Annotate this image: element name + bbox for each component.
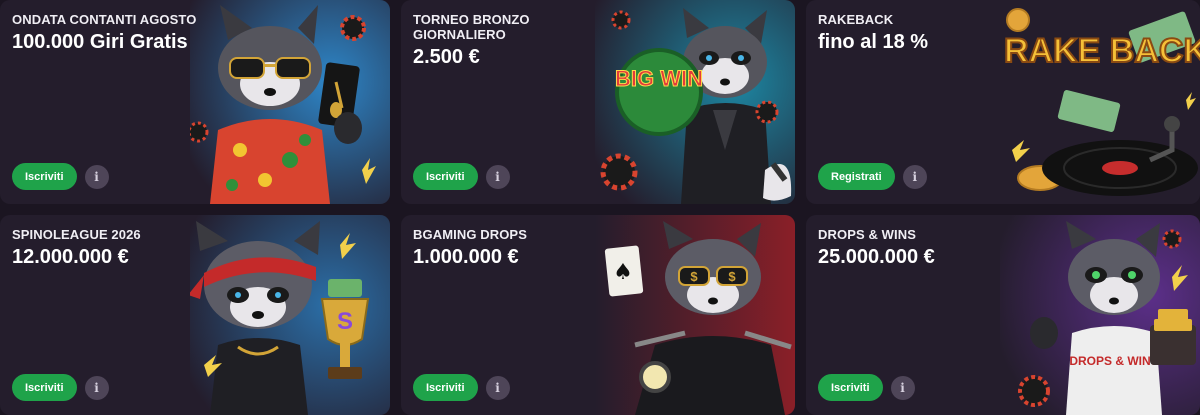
promo-amount: 2.500 €	[413, 46, 480, 68]
promo-actions: Iscriviti i	[413, 163, 510, 190]
raccoon-motorcycle-icon: ♠ $ $	[595, 215, 795, 415]
promo-amount: fino al 18 %	[818, 31, 929, 53]
raccoon-trophy-icon: S	[190, 215, 390, 415]
promo-amount: 1.000.000 €	[413, 246, 519, 268]
svg-text:$: $	[728, 269, 736, 284]
info-icon[interactable]: i	[84, 375, 109, 400]
raccoon-sunglasses-icon	[190, 0, 390, 204]
promotions-grid: ONDATA CONTANTI AGOSTO 100.000 Giri Grat…	[0, 0, 1200, 415]
promo-text: DROPS & WINS 25.000.000 €	[818, 227, 935, 268]
info-icon[interactable]: i	[902, 164, 927, 189]
big-win-text: BIG WIN	[615, 66, 703, 91]
promo-card-drops-wins[interactable]: DROPS & WINS DROPS & WINS 25.000.000 € I…	[806, 215, 1200, 415]
join-button[interactable]: Iscriviti	[413, 374, 478, 401]
promo-card-spinoleague[interactable]: S SPINOLEAGUE 2026 12.000.000 € Iscrivit…	[0, 215, 390, 415]
promo-actions: Iscriviti i	[12, 163, 109, 190]
promo-text: SPINOLEAGUE 2026 12.000.000 €	[12, 227, 141, 268]
promo-actions: Iscriviti i	[818, 374, 915, 401]
rakeback-vinyl-icon: RAKE BACK	[1000, 0, 1200, 204]
svg-text:♠: ♠	[613, 260, 633, 285]
raccoon-drops-wins-icon: DROPS & WINS	[1000, 215, 1200, 415]
trophy-s-text: S	[337, 308, 353, 335]
promo-title: ONDATA CONTANTI AGOSTO	[12, 12, 197, 27]
promo-title: RAKEBACK	[818, 12, 894, 27]
join-button[interactable]: Iscriviti	[818, 374, 883, 401]
promo-actions: Iscriviti i	[413, 374, 510, 401]
drops-wins-shirt-text: DROPS & WINS	[1069, 354, 1158, 368]
promo-card-torneo-bronzo[interactable]: BIG WIN TORNEO BRONZO GIORNALIERO 2.500 …	[401, 0, 795, 204]
rake-back-text: RAKE BACK	[1004, 32, 1200, 70]
promo-amount: 100.000 Giri Gratis	[12, 31, 188, 53]
svg-text:$: $	[690, 269, 698, 284]
promo-actions: Registrati i	[818, 163, 927, 190]
promo-title: SPINOLEAGUE 2026	[12, 227, 141, 242]
promo-text: BGAMING DROPS 1.000.000 €	[413, 227, 527, 268]
join-button[interactable]: Iscriviti	[413, 163, 478, 190]
join-button[interactable]: Iscriviti	[12, 163, 77, 190]
join-button[interactable]: Iscriviti	[12, 374, 77, 401]
info-icon[interactable]: i	[84, 164, 109, 189]
promo-card-ondata-contanti[interactable]: ONDATA CONTANTI AGOSTO 100.000 Giri Grat…	[0, 0, 390, 204]
raccoon-big-win-icon: BIG WIN	[595, 0, 795, 204]
promo-card-bgaming-drops[interactable]: ♠ $ $ BGAMING DROPS 1.000.000 € Iscrivit…	[401, 215, 795, 415]
promo-card-rakeback[interactable]: RAKE BACK RAKEBACK fino al 18 % Registra…	[806, 0, 1200, 204]
promo-title: BGAMING DROPS	[413, 227, 527, 242]
info-icon[interactable]: i	[890, 375, 915, 400]
promo-title: DROPS & WINS	[818, 227, 916, 242]
info-icon[interactable]: i	[485, 164, 510, 189]
promo-text: RAKEBACK fino al 18 %	[818, 12, 928, 53]
promo-amount: 25.000.000 €	[818, 246, 935, 268]
promo-text: ONDATA CONTANTI AGOSTO 100.000 Giri Grat…	[12, 12, 196, 53]
promo-text: TORNEO BRONZO GIORNALIERO 2.500 €	[413, 12, 613, 68]
info-icon[interactable]: i	[485, 375, 510, 400]
promo-title: TORNEO BRONZO GIORNALIERO	[413, 12, 530, 42]
register-button[interactable]: Registrati	[818, 163, 895, 190]
promo-actions: Iscriviti i	[12, 374, 109, 401]
promo-amount: 12.000.000 €	[12, 246, 129, 268]
